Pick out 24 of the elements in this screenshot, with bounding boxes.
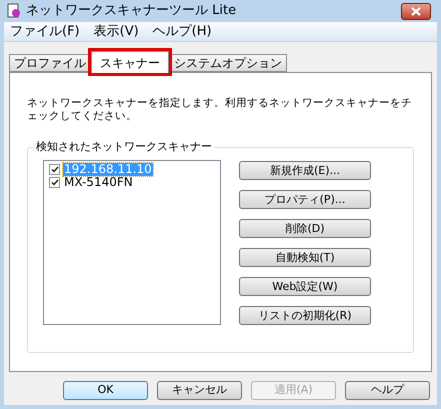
- close-button[interactable]: [401, 2, 431, 20]
- action-button[interactable]: 自動検知(T): [239, 248, 371, 267]
- dialog-button[interactable]: キャンセル: [157, 381, 242, 400]
- action-button[interactable]: リストの初期化(R): [239, 306, 371, 325]
- group-title: 検知されたネットワークスキャナー: [34, 140, 214, 154]
- tab[interactable]: スキャナー: [91, 51, 169, 73]
- app-icon: [6, 3, 22, 19]
- dialog-button[interactable]: ヘルプ: [345, 381, 430, 400]
- checkbox[interactable]: [49, 177, 60, 188]
- action-button[interactable]: Web設定(W): [239, 277, 371, 296]
- window-title: ネットワークスキャナーツール Lite: [26, 2, 238, 20]
- scanner-item[interactable]: MX-5140FN: [63, 176, 134, 189]
- menu-item[interactable]: ヘルプ(H): [152, 22, 212, 42]
- menu-item[interactable]: ファイル(F): [10, 22, 80, 42]
- description-text: ネットワークスキャナーを指定します。利用するネットワークスキャナーをチェックしてください。: [27, 97, 413, 123]
- action-button[interactable]: 削除(D): [239, 219, 371, 238]
- tab[interactable]: プロファイル: [9, 54, 91, 72]
- close-icon: [411, 6, 421, 16]
- action-button[interactable]: プロパティ(P)...: [239, 190, 371, 209]
- action-button[interactable]: 新規作成(E)...: [239, 161, 371, 180]
- menu-item[interactable]: 表示(V): [94, 22, 139, 42]
- tab[interactable]: システムオプション: [169, 54, 287, 72]
- checkbox[interactable]: [49, 164, 60, 175]
- dialog-button[interactable]: OK: [63, 381, 148, 400]
